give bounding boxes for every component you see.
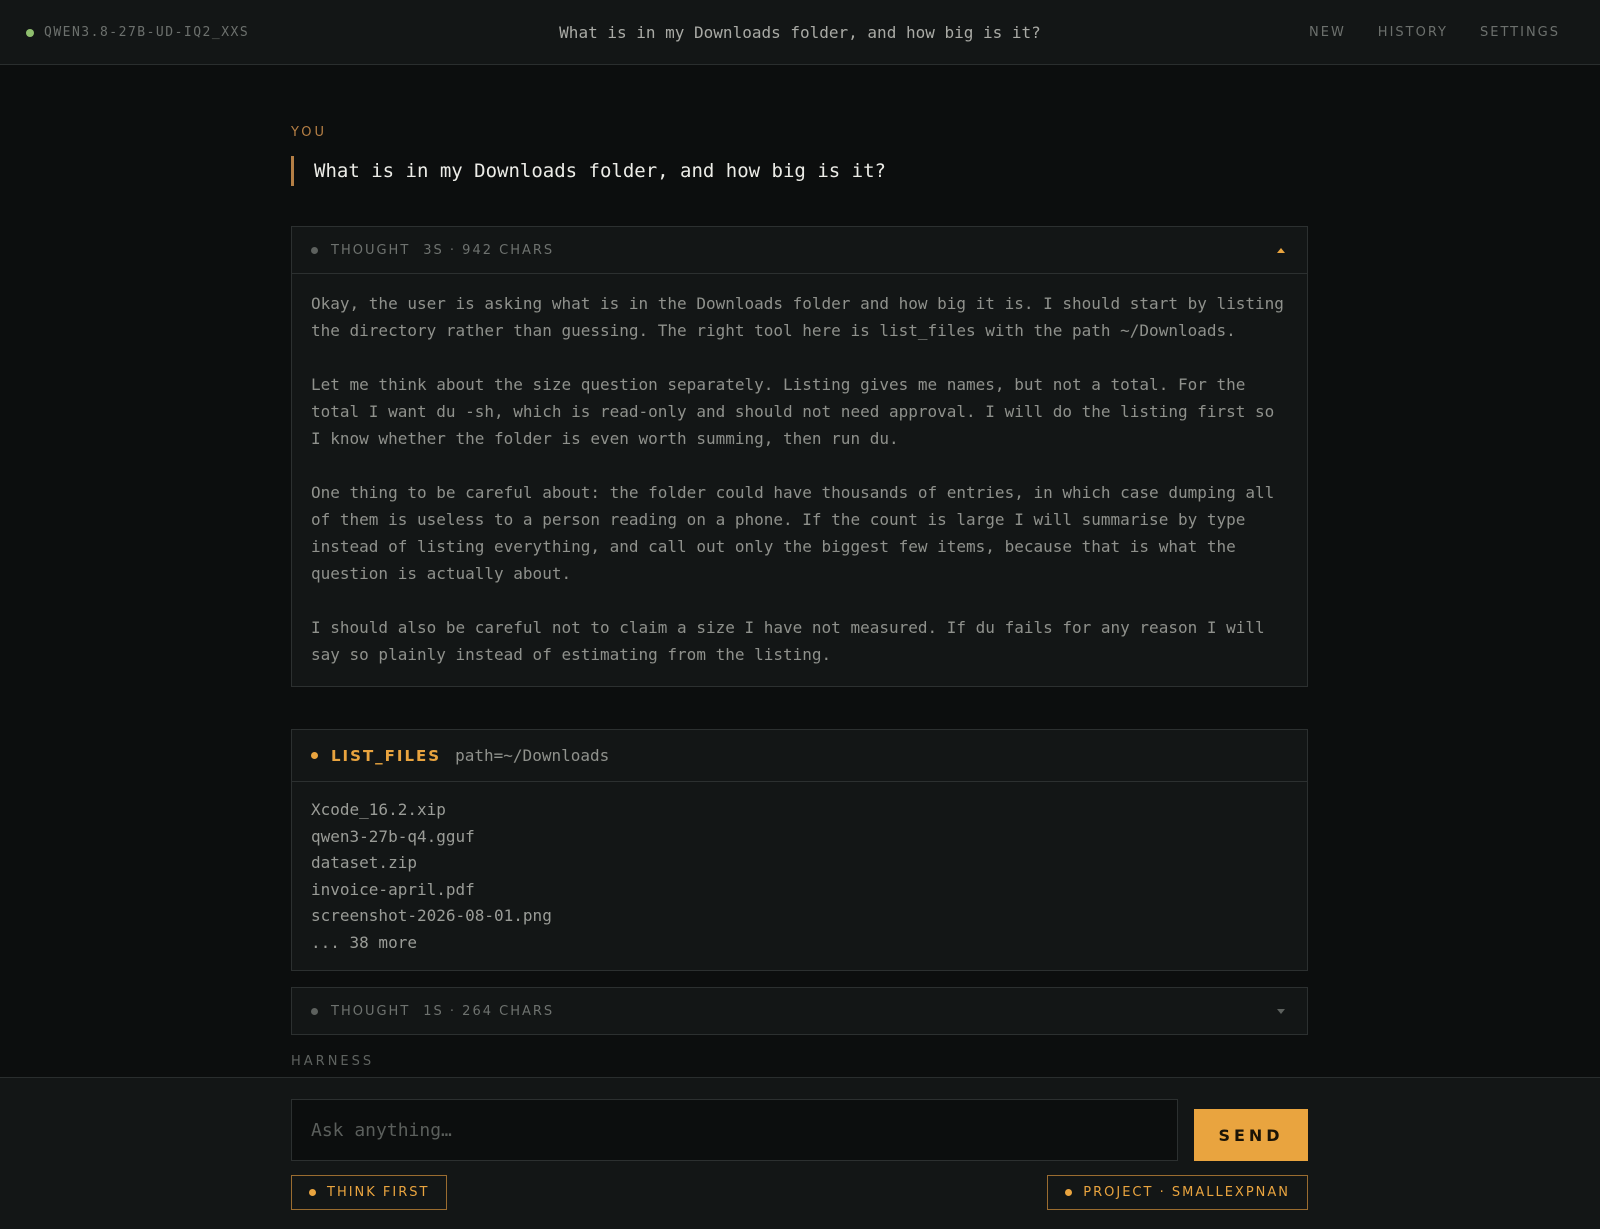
ask-input[interactable]: [291, 1099, 1178, 1161]
think-first-toggle[interactable]: THINK FIRST: [291, 1175, 448, 1210]
thought-label: THOUGHT: [331, 1003, 411, 1019]
status-dot-icon: [26, 28, 34, 37]
tool-call-panel: LIST_FILES path=~/Downloads Xcode_16.2.x…: [291, 729, 1308, 971]
thought-dot-icon: [311, 1007, 318, 1015]
top-nav: NEW HISTORY SETTINGS: [1309, 0, 1560, 65]
project-label: PROJECT · SMALLEXPNAN: [1083, 1185, 1290, 1200]
thought-paragraph: One thing to be careful about: the folde…: [311, 483, 1275, 583]
thought-body-1: Okay, the user is asking what is in the …: [292, 273, 1307, 686]
thought-header-1[interactable]: THOUGHT 3S · 942 CHARS: [292, 227, 1307, 273]
thought-paragraph: Okay, the user is asking what is in the …: [311, 294, 1284, 340]
toggle-dot-icon: [309, 1189, 316, 1196]
thought-header-2[interactable]: THOUGHT 1S · 264 CHARS: [292, 988, 1307, 1034]
thought-panel-1: THOUGHT 3S · 942 CHARS Okay, the user is…: [291, 226, 1308, 687]
send-button[interactable]: SEND: [1194, 1109, 1308, 1161]
thought-label: THOUGHT: [331, 242, 411, 258]
file-entry: invoice-april.pdf: [311, 879, 475, 899]
thought-meta: 3S · 942 CHARS: [423, 242, 555, 258]
harness-label: HARNESS: [291, 1054, 375, 1069]
tool-argument: path=~/Downloads: [455, 746, 610, 765]
model-indicator: QWEN3.8-27B-UD-IQ2_XXS: [26, 0, 249, 65]
thought-meta: 1S · 264 CHARS: [423, 1003, 555, 1019]
thought-paragraph: I should also be careful not to claim a …: [311, 618, 1265, 664]
project-dot-icon: [1065, 1189, 1073, 1196]
file-entry: Xcode_16.2.xip: [311, 800, 446, 819]
thought-dot-icon: [311, 246, 318, 254]
more-entries: ... 38 more: [311, 932, 417, 952]
file-entry: dataset.zip: [311, 853, 417, 872]
model-name: QWEN3.8-27B-UD-IQ2_XXS: [44, 25, 250, 40]
nav-new[interactable]: NEW: [1309, 25, 1346, 40]
tool-name: LIST_FILES: [331, 746, 442, 765]
file-entry: qwen3-27b-q4.gguf: [311, 826, 475, 846]
thought-paragraph: Let me think about the size question sep…: [311, 375, 1275, 448]
nav-settings[interactable]: SETTINGS: [1480, 25, 1560, 40]
file-entry: screenshot-2026-08-01.png: [311, 906, 552, 925]
you-label: YOU: [291, 125, 327, 140]
project-selector[interactable]: PROJECT · SMALLEXPNAN: [1047, 1175, 1308, 1210]
tool-output: Xcode_16.2.xip qwen3-27b-q4.gguf dataset…: [292, 782, 1307, 970]
chevron-down-icon[interactable]: [1277, 988, 1285, 1034]
tool-call-header[interactable]: LIST_FILES path=~/Downloads: [292, 730, 1307, 782]
tool-dot-icon: [311, 752, 318, 759]
think-first-label: THINK FIRST: [327, 1185, 430, 1200]
thought-panel-2: THOUGHT 1S · 264 CHARS: [291, 987, 1308, 1035]
chevron-up-icon[interactable]: [1277, 227, 1285, 273]
nav-history[interactable]: HISTORY: [1378, 25, 1448, 40]
composer: SEND THINK FIRST PROJECT · SMALLEXPNAN: [0, 1077, 1600, 1229]
user-message: What is in my Downloads folder, and how …: [291, 156, 886, 186]
top-bar: QWEN3.8-27B-UD-IQ2_XXS What is in my Dow…: [0, 0, 1600, 65]
